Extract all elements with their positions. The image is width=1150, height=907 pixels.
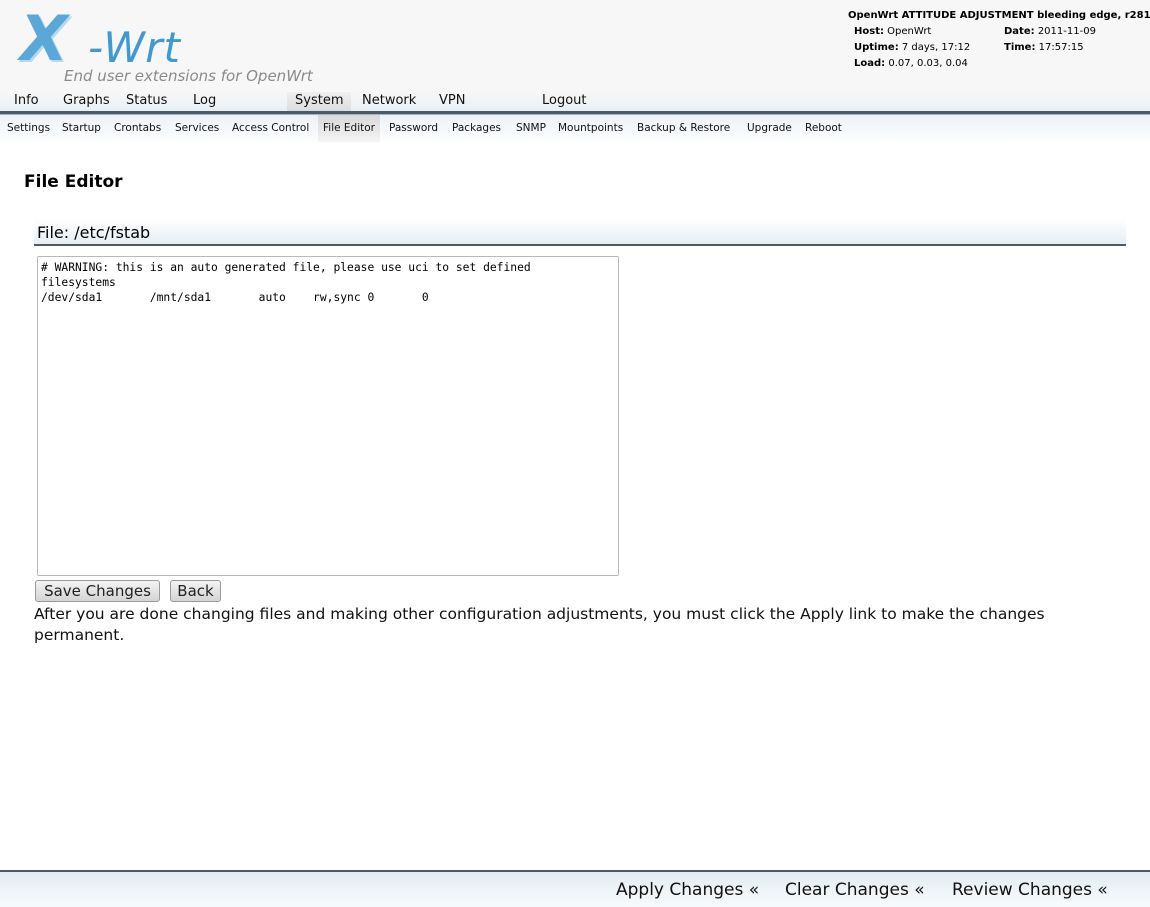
uptime-value: 7 days, 17:12 (901, 42, 971, 53)
main-menu: Info Graphs Status Log System Network VP… (0, 92, 1150, 111)
back-button[interactable]: Back (170, 580, 221, 602)
menu-info[interactable]: Info (6, 92, 47, 111)
system-info: OpenWrt ATTITUDE ADJUSTMENT bleeding edg… (848, 10, 1150, 74)
sub-menu: Settings Startup Crontabs Services Acces… (0, 115, 1150, 145)
submenu-password[interactable]: Password (384, 115, 443, 142)
file-header-label: File: /etc/fstab (37, 223, 151, 242)
time-value: 17:57:15 (1038, 42, 1084, 53)
submenu-backup-restore[interactable]: Backup & Restore (632, 115, 735, 142)
save-changes-button[interactable]: Save Changes (35, 580, 160, 602)
menu-status[interactable]: Status (118, 92, 175, 111)
system-info-table: Host: OpenWrt Date: 2011-11-09 Uptime: 7… (854, 26, 1096, 74)
date-info: Date: 2011-11-09 (1004, 26, 1096, 42)
submenu-startup[interactable]: Startup (57, 115, 106, 142)
apply-changes-link[interactable]: Apply Changes « (616, 880, 759, 900)
menu-logout[interactable]: Logout (534, 92, 595, 111)
submenu-access-control[interactable]: Access Control (227, 115, 314, 142)
logo-x: X (20, 2, 68, 75)
page-title: File Editor (24, 172, 123, 192)
uptime-info: Uptime: 7 days, 17:12 (854, 42, 1004, 58)
date-value: 2011-11-09 (1037, 26, 1096, 37)
scrollbar-edge[interactable] (1146, 425, 1150, 437)
submenu-packages[interactable]: Packages (447, 115, 506, 142)
empty-cell (1004, 58, 1096, 74)
uptime-label: Uptime: (854, 42, 899, 53)
time-info: Time: 17:57:15 (1004, 42, 1096, 58)
submenu-reboot[interactable]: Reboot (800, 115, 847, 142)
host-value: OpenWrt (887, 26, 932, 37)
menu-graphs[interactable]: Graphs (55, 92, 118, 111)
logo-tagline: End user extensions for OpenWrt (64, 67, 313, 85)
submenu-mountpoints[interactable]: Mountpoints (553, 115, 628, 142)
file-header: File: /etc/fstab (34, 219, 1126, 246)
load-info: Load: 0.07, 0.03, 0.04 (854, 58, 1004, 74)
clear-changes-link[interactable]: Clear Changes « (785, 880, 925, 900)
logo-wrt: -Wrt (88, 23, 181, 72)
host-label: Host: (854, 26, 884, 37)
submenu-file-editor[interactable]: File Editor (318, 115, 380, 142)
xwrt-logo[interactable]: X -Wrt End user extensions for OpenWrt (18, 6, 378, 90)
submenu-services[interactable]: Services (170, 115, 224, 142)
header: X -Wrt End user extensions for OpenWrt O… (0, 0, 1150, 92)
menu-network[interactable]: Network (354, 92, 424, 111)
submenu-snmp[interactable]: SNMP (511, 115, 551, 142)
load-value: 0.07, 0.03, 0.04 (888, 58, 968, 69)
submenu-crontabs[interactable]: Crontabs (109, 115, 166, 142)
firmware-version: OpenWrt ATTITUDE ADJUSTMENT bleeding edg… (848, 10, 1150, 21)
footer: Apply Changes « Clear Changes « Review C… (0, 870, 1150, 907)
help-text: After you are done changing files and ma… (34, 605, 1045, 644)
review-changes-link[interactable]: Review Changes « (952, 880, 1108, 900)
submenu-upgrade[interactable]: Upgrade (742, 115, 797, 142)
menu-log[interactable]: Log (185, 92, 224, 111)
time-label: Time: (1004, 42, 1036, 53)
menu-system[interactable]: System (287, 92, 352, 111)
file-editor-textarea[interactable]: # WARNING: this is an auto generated fil… (37, 256, 619, 576)
date-label: Date: (1004, 26, 1035, 37)
host-info: Host: OpenWrt (854, 26, 1004, 42)
menu-vpn[interactable]: VPN (431, 92, 473, 111)
submenu-settings[interactable]: Settings (2, 115, 55, 142)
load-label: Load: (854, 58, 886, 69)
